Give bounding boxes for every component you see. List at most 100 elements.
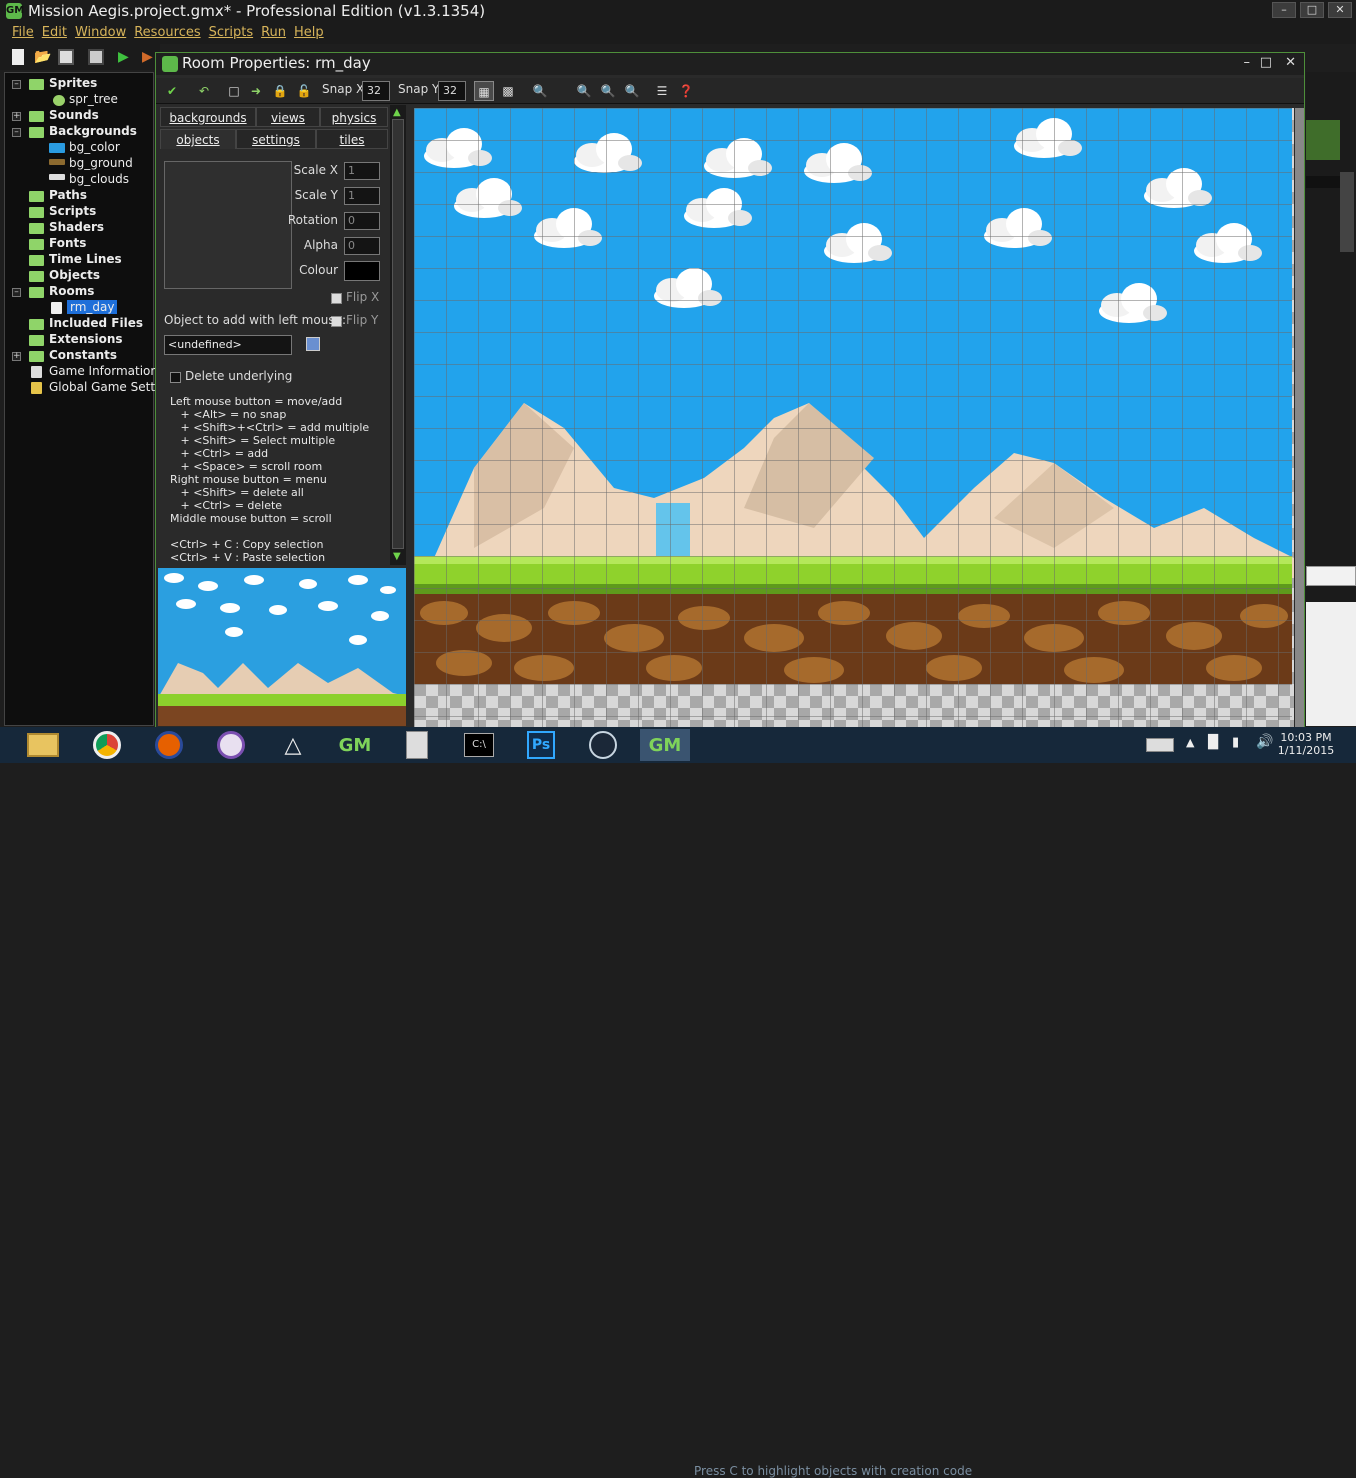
tree-extensions[interactable]: Extensions bbox=[49, 332, 123, 346]
keyboard-icon[interactable] bbox=[1146, 738, 1174, 752]
unity-icon[interactable]: △ bbox=[268, 729, 318, 761]
menu-edit[interactable]: Edit bbox=[42, 22, 67, 44]
room-close-button[interactable]: ✕ bbox=[1285, 55, 1296, 70]
alpha-input[interactable]: 0 bbox=[344, 237, 380, 255]
tree-timelines[interactable]: Time Lines bbox=[49, 252, 122, 266]
close-button[interactable]: ✕ bbox=[1328, 2, 1352, 18]
tree-shaders[interactable]: Shaders bbox=[49, 220, 104, 234]
tab-objects[interactable]: objects bbox=[160, 129, 236, 149]
lock-icon[interactable]: 🔒 bbox=[270, 81, 290, 101]
room-minimize-button[interactable]: – bbox=[1244, 55, 1251, 70]
maximize-button[interactable]: □ bbox=[1300, 2, 1324, 18]
tab-views[interactable]: views bbox=[256, 107, 320, 127]
collapse-backgrounds-icon[interactable]: – bbox=[12, 128, 21, 137]
panel-scrollbar[interactable]: ▲ ▼ bbox=[390, 105, 406, 565]
chrome-icon[interactable] bbox=[82, 729, 132, 761]
tree-constants[interactable]: Constants bbox=[49, 348, 117, 362]
tree-objects[interactable]: Objects bbox=[49, 268, 100, 282]
minimize-button[interactable]: – bbox=[1272, 2, 1296, 18]
tree-sprites[interactable]: Sprites bbox=[49, 76, 97, 90]
colour-swatch[interactable] bbox=[344, 261, 380, 281]
room-maximize-button[interactable]: □ bbox=[1260, 55, 1272, 70]
zoom-reset-icon[interactable]: 🔍 bbox=[598, 81, 618, 101]
file-explorer-icon[interactable] bbox=[18, 729, 68, 761]
collapse-sprites-icon[interactable]: – bbox=[12, 80, 21, 89]
tree-backgrounds[interactable]: Backgrounds bbox=[49, 124, 137, 138]
help-line: + <Ctrl> = add bbox=[170, 447, 269, 460]
tree-bg-color[interactable]: bg_color bbox=[69, 140, 120, 154]
ok-check-icon[interactable]: ✔ bbox=[162, 81, 182, 101]
tab-backgrounds[interactable]: backgrounds bbox=[160, 107, 256, 127]
calculator-icon[interactable] bbox=[392, 729, 442, 761]
tree-included-files[interactable]: Included Files bbox=[49, 316, 143, 330]
gamemaker-taskbar-icon[interactable]: GM bbox=[330, 729, 380, 761]
open-icon[interactable]: 📂 bbox=[34, 49, 51, 65]
tree-bg-ground[interactable]: bg_ground bbox=[69, 156, 133, 170]
tree-paths[interactable]: Paths bbox=[49, 188, 87, 202]
undo-icon[interactable]: ↶ bbox=[194, 81, 214, 101]
tree-scripts[interactable]: Scripts bbox=[49, 204, 96, 218]
windows-taskbar: △ GM C:\ Ps GM Press C to highlight obje… bbox=[0, 727, 1356, 1478]
tree-sounds[interactable]: Sounds bbox=[49, 108, 99, 122]
tree-bg-clouds[interactable]: bg_clouds bbox=[69, 172, 129, 186]
rotation-label: Rotation bbox=[287, 213, 338, 227]
zoom-out-icon[interactable]: 🔍 bbox=[574, 81, 594, 101]
save-icon[interactable] bbox=[58, 49, 74, 65]
snap-x-input[interactable]: 32 bbox=[362, 81, 390, 101]
collapse-rooms-icon[interactable]: – bbox=[12, 288, 21, 297]
tab-tiles[interactable]: tiles bbox=[316, 129, 388, 149]
show-hidden-icons-icon[interactable]: ▲ bbox=[1186, 736, 1194, 749]
shift-icon[interactable]: ➜ bbox=[246, 81, 266, 101]
isometric-grid-icon[interactable]: ▩ bbox=[498, 81, 518, 101]
tree-rooms[interactable]: Rooms bbox=[49, 284, 94, 298]
gamemaker-active-task-icon[interactable]: GM bbox=[640, 729, 690, 761]
canvas-scrollbar[interactable] bbox=[1295, 108, 1304, 728]
unlock-icon[interactable]: 🔓 bbox=[294, 81, 314, 101]
object-menu-icon[interactable] bbox=[306, 337, 320, 351]
tab-settings[interactable]: settings bbox=[236, 129, 316, 149]
object-select-input[interactable]: <undefined> bbox=[164, 335, 292, 355]
command-prompt-icon[interactable]: C:\ bbox=[454, 729, 504, 761]
list-icon[interactable]: ☰ bbox=[652, 81, 672, 101]
scale-x-input[interactable]: 1 bbox=[344, 162, 380, 180]
menu-resources[interactable]: Resources bbox=[134, 22, 200, 44]
scale-y-input[interactable]: 1 bbox=[344, 187, 380, 205]
room-canvas[interactable] bbox=[414, 108, 1294, 728]
flip-x-checkbox[interactable] bbox=[331, 293, 342, 304]
expand-sounds-icon[interactable]: + bbox=[12, 112, 21, 121]
tree-fonts[interactable]: Fonts bbox=[49, 236, 86, 250]
help-icon[interactable]: ❓ bbox=[676, 81, 696, 101]
delete-underlying-checkbox[interactable] bbox=[170, 372, 181, 383]
expand-constants-icon[interactable]: + bbox=[12, 352, 21, 361]
battery-icon[interactable]: ▮ bbox=[1232, 735, 1239, 750]
room-logo-icon bbox=[162, 56, 178, 72]
menu-file[interactable]: File bbox=[12, 22, 34, 44]
zoom-in-icon[interactable]: 🔍 bbox=[622, 81, 642, 101]
new-file-icon[interactable] bbox=[12, 49, 24, 65]
clear-icon[interactable]: □ bbox=[224, 81, 244, 101]
tree-game-information[interactable]: Game Information bbox=[49, 364, 158, 378]
settings-check-icon bbox=[31, 382, 42, 394]
github-icon[interactable] bbox=[206, 729, 256, 761]
menu-scripts[interactable]: Scripts bbox=[209, 22, 253, 44]
tree-rm-day-selected[interactable]: rm_day bbox=[67, 300, 118, 314]
object-to-add-label: Object to add with left mouse: bbox=[164, 313, 346, 327]
rotation-input[interactable]: 0 bbox=[344, 212, 380, 230]
firefox-icon[interactable] bbox=[144, 729, 194, 761]
tab-physics[interactable]: physics bbox=[320, 107, 388, 127]
steam-icon[interactable] bbox=[578, 729, 628, 761]
system-clock[interactable]: 10:03 PM 1/11/2015 bbox=[1266, 731, 1346, 757]
photoshop-icon[interactable]: Ps bbox=[516, 729, 566, 761]
gamemaker-logo-icon: GM bbox=[6, 3, 24, 19]
menu-help[interactable]: Help bbox=[294, 22, 324, 44]
tree-spr-tree[interactable]: spr_tree bbox=[69, 92, 118, 106]
menu-run[interactable]: Run bbox=[261, 22, 286, 44]
run-icon[interactable]: ▶ bbox=[118, 49, 134, 65]
menu-window[interactable]: Window bbox=[75, 22, 126, 44]
snap-y-input[interactable]: 32 bbox=[438, 81, 466, 101]
network-icon[interactable]: █ bbox=[1208, 735, 1218, 750]
view-options-icon[interactable]: 🔍 bbox=[530, 81, 550, 101]
create-executable-icon[interactable] bbox=[88, 49, 104, 65]
room-minimap[interactable] bbox=[158, 568, 406, 726]
grid-toggle-icon[interactable]: ▦ bbox=[474, 81, 494, 101]
